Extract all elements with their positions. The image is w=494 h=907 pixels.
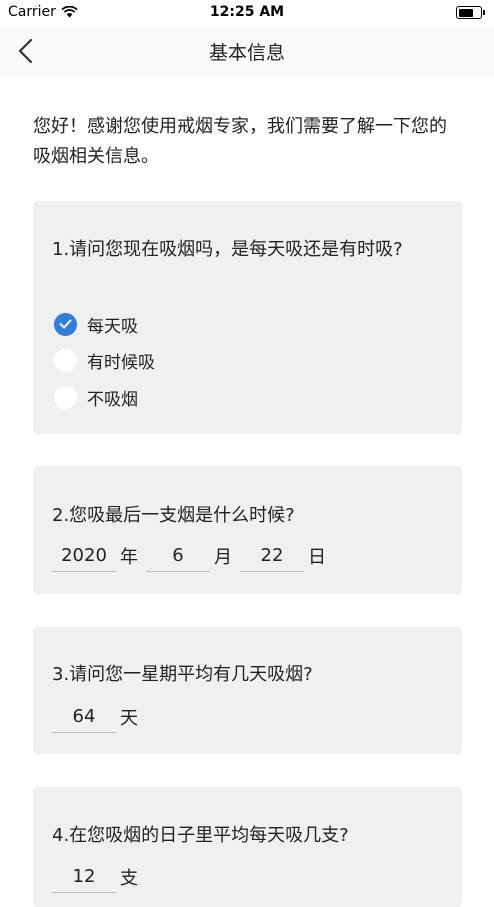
day-input[interactable]: 22 [240, 543, 304, 572]
question-card-2: 2.您吸最后一支烟是什么时候? 2020 年 6 月 22 日 [33, 466, 462, 594]
page-title: 基本信息 [208, 42, 285, 64]
cigarettes-per-day-input[interactable]: 12 [52, 864, 116, 893]
check-icon [59, 319, 72, 329]
option-non-smoker-label: 不吸烟 [87, 389, 138, 410]
month-input[interactable]: 6 [146, 543, 210, 572]
battery-level [458, 8, 473, 17]
status-time: 12:25 AM [209, 4, 285, 20]
month-unit: 月 [214, 547, 232, 568]
battery-icon [456, 6, 485, 19]
question-card-4: 4.在您吸烟的日子里平均每天吸几支? 12 支 [33, 787, 462, 907]
nav-bar: 基本信息 [0, 26, 494, 76]
option-sometimes-label: 有时候吸 [87, 352, 155, 373]
radio-non-smoker[interactable] [54, 385, 77, 409]
cigarettes-per-day: 12 支 [52, 864, 146, 893]
option-daily-label: 每天吸 [87, 316, 138, 337]
days-per-week-input[interactable]: 64 [52, 704, 116, 733]
option-sometimes[interactable]: 有时候吸 [54, 347, 155, 373]
option-non-smoker[interactable]: 不吸烟 [54, 384, 138, 410]
year-unit: 年 [120, 547, 138, 568]
question-card-3: 3.请问您一星期平均有几天吸烟? 64 天 [33, 627, 462, 754]
year-input[interactable]: 2020 [52, 543, 116, 572]
question-card-1: 1.请问您现在吸烟吗，是每天吸还是有时吸? 每天吸 有时候吸 不吸烟 [33, 201, 462, 434]
option-daily[interactable]: 每天吸 [54, 311, 138, 337]
intro-text: 您好！感谢您使用戒烟专家，我们需要了解一下您的吸烟相关信息。 [33, 116, 447, 167]
question-4-text: 4.在您吸烟的日子里平均每天吸几支? [52, 825, 349, 846]
radio-sometimes[interactable] [54, 348, 77, 372]
status-bar: Carrier 12:25 AM [0, 0, 494, 26]
question-2-text: 2.您吸最后一支烟是什么时候? [52, 505, 295, 526]
question-3-text: 3.请问您一星期平均有几天吸烟? [52, 664, 313, 685]
day-unit: 日 [308, 547, 326, 568]
last-cigarette-date: 2020 年 6 月 22 日 [52, 543, 334, 572]
question-1-text: 1.请问您现在吸烟吗，是每天吸还是有时吸? [52, 239, 403, 260]
days-per-week: 64 天 [52, 704, 146, 733]
radio-daily[interactable] [54, 312, 77, 336]
cigarettes-unit: 支 [120, 868, 138, 889]
days-unit: 天 [120, 708, 138, 729]
